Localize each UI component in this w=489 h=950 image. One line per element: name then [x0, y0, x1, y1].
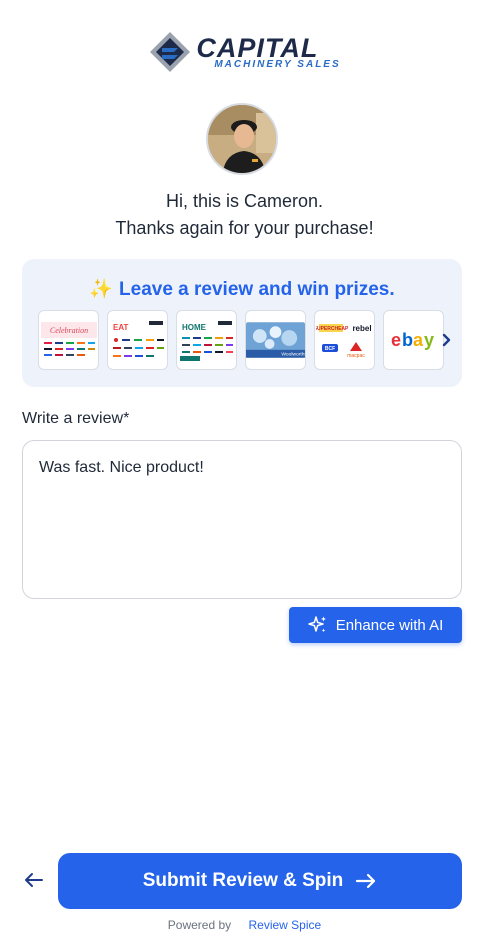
prize-thumbnail-celebration[interactable]: Celebration — [38, 310, 99, 370]
back-button[interactable] — [22, 868, 46, 892]
svg-text:BCF: BCF — [324, 346, 334, 352]
powered-by-footer: Powered by Review Spice — [0, 918, 489, 932]
svg-text:Woolworths: Woolworths — [281, 352, 305, 358]
greeting-text: Hi, this is Cameron. Thanks again for yo… — [0, 188, 489, 242]
company-logo: CAPITAL MACHINERY SALES — [0, 28, 489, 76]
arrow-right-icon — [356, 873, 376, 889]
prize-thumbnail-woolworths[interactable]: Woolworths — [245, 310, 306, 370]
celebration-card-icon: Celebration — [39, 320, 98, 360]
greeting-line-1: Hi, this is Cameron. — [165, 191, 324, 211]
sparkles-icon — [307, 616, 326, 633]
prize-thumbnail-ebay[interactable]: e b a y — [383, 310, 444, 370]
svg-text:a: a — [413, 330, 424, 350]
person-photo-icon — [208, 105, 276, 173]
logo-wordmark: CAPITAL — [196, 32, 319, 63]
eat-card-icon: EAT — [108, 318, 167, 362]
carousel-next-button[interactable] — [440, 331, 454, 349]
review-textarea[interactable] — [22, 440, 462, 599]
logo-subtitle: MACHINERY SALES — [214, 58, 341, 70]
svg-text:Celebration: Celebration — [49, 326, 87, 335]
enhance-button-label: Enhance with AI — [335, 616, 444, 634]
sparkles-icon: ✨ — [89, 279, 114, 300]
svg-text:SUPERCHEAP: SUPERCHEAP — [316, 326, 349, 332]
woolworths-card-icon: Woolworths — [246, 322, 305, 358]
chevron-right-icon — [442, 333, 451, 347]
prize-thumbnails: Celebration EAT HOME Woolworths SUPERCHE… — [38, 310, 444, 370]
home-card-icon: HOME — [177, 318, 236, 362]
svg-text:rebel: rebel — [352, 324, 371, 333]
svg-text:y: y — [424, 330, 434, 350]
submit-button-label: Submit Review & Spin — [142, 870, 344, 891]
enhance-with-ai-button[interactable]: Enhance with AI — [289, 607, 462, 643]
powered-by-text: Powered by — [167, 918, 232, 932]
prize-card: ✨ Leave a review and win prizes. Celebrat… — [22, 259, 462, 387]
rebel-card-icon: SUPERCHEAP rebel BCF macpac — [315, 320, 374, 360]
svg-text:b: b — [402, 330, 413, 350]
svg-text:EAT: EAT — [113, 323, 129, 332]
submit-review-button[interactable]: Submit Review & Spin — [58, 853, 462, 909]
svg-text:HOME: HOME — [182, 323, 207, 332]
avatar — [206, 103, 278, 175]
prize-thumbnail-home[interactable]: HOME — [176, 310, 237, 370]
capital-logo-mark-icon — [150, 32, 191, 72]
ebay-logo-icon: e b a y — [391, 330, 434, 350]
greeting-line-2: Thanks again for your purchase! — [115, 218, 374, 238]
prize-thumbnail-rebel[interactable]: SUPERCHEAP rebel BCF macpac — [314, 310, 375, 370]
prize-thumbnail-eat[interactable]: EAT — [107, 310, 168, 370]
arrow-left-icon — [25, 873, 43, 887]
prize-heading: ✨ Leave a review and win prizes. — [22, 277, 462, 301]
review-spice-link[interactable]: Review Spice — [249, 918, 322, 932]
review-field-label: Write a review* — [22, 410, 130, 427]
svg-text:macpac: macpac — [347, 353, 365, 359]
prize-heading-text: Leave a review and win prizes. — [119, 279, 395, 300]
svg-text:e: e — [391, 330, 401, 350]
